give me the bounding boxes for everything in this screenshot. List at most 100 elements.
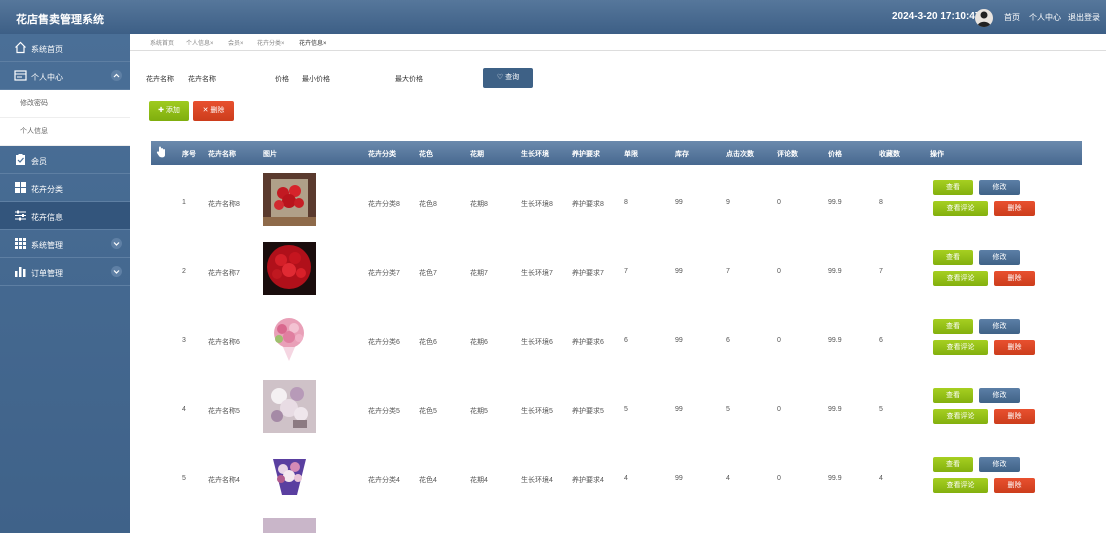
- cell-care: 养护要求4: [572, 477, 604, 484]
- tab-flower-info[interactable]: 花卉信息×: [299, 38, 327, 47]
- x-icon: ✕: [202, 107, 209, 114]
- edit-button[interactable]: 修改: [979, 388, 1020, 403]
- view-comments-button[interactable]: 查看评论: [933, 271, 988, 286]
- cell-period: 花期7: [470, 270, 488, 277]
- tab-members[interactable]: 会员×: [228, 38, 244, 47]
- cell-flower-name: 花卉名称5: [208, 408, 240, 415]
- cell-care: 养护要求8: [572, 201, 604, 208]
- cell-color: 花色8: [419, 201, 437, 208]
- add-button[interactable]: ✚ 添加: [149, 101, 189, 121]
- chevron-down-icon[interactable]: [111, 266, 122, 277]
- sidebar-subitem-change-password[interactable]: 修改密码: [0, 90, 130, 118]
- delete-button[interactable]: 删除: [994, 201, 1035, 216]
- table-row[interactable]: 3 花卉名称6 花卉分类6 花色6 花期6 生长环境6 养护要求6 6 99 6…: [151, 307, 1082, 376]
- flower-name-label: 花卉名称: [146, 76, 174, 83]
- nav-profile-link[interactable]: 个人中心: [1029, 12, 1061, 23]
- flower-thumbnail[interactable]: [263, 173, 316, 226]
- cell-category: 花卉分类4: [368, 477, 400, 484]
- tab-personal-info[interactable]: 个人信息×: [186, 38, 214, 47]
- view-comments-button[interactable]: 查看评论: [933, 340, 988, 355]
- logout-link[interactable]: 退出登录: [1068, 12, 1100, 23]
- edit-button[interactable]: 修改: [979, 319, 1020, 334]
- avatar[interactable]: [975, 9, 993, 27]
- sidebar-item-home[interactable]: 系统首页: [0, 34, 130, 62]
- current-datetime: 2024-3-20 17:10:47: [892, 11, 981, 22]
- sliders-icon: [14, 209, 27, 222]
- view-button[interactable]: 查看: [933, 388, 973, 403]
- cell-care: 养护要求7: [572, 270, 604, 277]
- table-row[interactable]: 4 花卉名称5 花卉分类5 花色5 花期5 生长环境5 养护要求5 5 99 5…: [151, 376, 1082, 445]
- flower-thumbnail[interactable]: [263, 311, 316, 364]
- table-row[interactable]: 5 花卉名称4 花卉分类4 花色4 花期4 生长环境4 养护要求4 4 99 4…: [151, 445, 1082, 514]
- tab-flower-category[interactable]: 花卉分类×: [257, 38, 285, 47]
- sidebar-item-order-management[interactable]: 订单管理: [0, 258, 130, 286]
- sidebar-subitem-personal-info[interactable]: 个人信息: [0, 118, 130, 146]
- flower-thumbnail[interactable]: [263, 449, 316, 502]
- cell-favorites: 4: [879, 475, 883, 482]
- delete-button[interactable]: 删除: [994, 409, 1035, 424]
- sidebar-item-flower-category[interactable]: 花卉分类: [0, 174, 130, 202]
- sidebar-item-label: 会员: [31, 157, 47, 166]
- nav-home-link[interactable]: 首页: [1004, 12, 1020, 23]
- view-button[interactable]: 查看: [933, 180, 973, 195]
- chevron-up-icon[interactable]: [111, 70, 122, 81]
- view-comments-button[interactable]: 查看评论: [933, 478, 988, 493]
- top-header: 花店售卖管理系统 2024-3-20 17:10:47 首页 个人中心 退出登录: [0, 0, 1106, 34]
- cell-care: 养护要求6: [572, 339, 604, 346]
- flower-thumbnail-partial[interactable]: [263, 518, 316, 533]
- close-icon[interactable]: ×: [240, 41, 244, 47]
- cell-period: 花期5: [470, 408, 488, 415]
- flower-thumbnail[interactable]: [263, 242, 316, 295]
- col-env: 生长环境: [521, 151, 549, 158]
- col-actions: 操作: [930, 151, 944, 158]
- col-category: 花卉分类: [368, 151, 396, 158]
- sidebar-item-members[interactable]: 会员: [0, 146, 130, 174]
- flower-name-input[interactable]: 花卉名称: [188, 74, 216, 84]
- table-row[interactable]: 2 花卉名称7 花卉分类7 花色7 花期7 生长环境7 养护要求7 7 99 7…: [151, 238, 1082, 307]
- cell-comments: 0: [777, 475, 781, 482]
- close-icon[interactable]: ×: [210, 41, 214, 47]
- cell-category: 花卉分类6: [368, 339, 400, 346]
- price-max-input[interactable]: 最大价格: [395, 74, 423, 84]
- edit-button[interactable]: 修改: [979, 250, 1020, 265]
- sidebar-item-system-management[interactable]: 系统管理: [0, 230, 130, 258]
- clipboard-icon: [14, 153, 27, 166]
- sidebar-item-personal-center[interactable]: 个人中心: [0, 62, 130, 90]
- col-period: 花期: [470, 151, 484, 158]
- user-card-icon: [14, 69, 27, 82]
- cell-category: 花卉分类8: [368, 201, 400, 208]
- price-min-input[interactable]: 最小价格: [302, 74, 330, 84]
- delete-button[interactable]: 删除: [994, 340, 1035, 355]
- sidebar-item-label: 系统首页: [31, 45, 63, 54]
- view-button[interactable]: 查看: [933, 457, 973, 472]
- cell-limit: 6: [624, 337, 628, 344]
- close-icon[interactable]: ×: [281, 41, 285, 47]
- select-all-checkbox[interactable]: [156, 146, 168, 161]
- sidebar-item-flower-info[interactable]: 花卉信息: [0, 202, 130, 230]
- col-index: 序号: [182, 151, 196, 158]
- chevron-down-icon[interactable]: [111, 238, 122, 249]
- edit-button[interactable]: 修改: [979, 457, 1020, 472]
- delete-button[interactable]: 删除: [994, 271, 1035, 286]
- cell-comments: 0: [777, 199, 781, 206]
- cell-stock: 99: [675, 475, 683, 482]
- cell-category: 花卉分类7: [368, 270, 400, 277]
- view-button[interactable]: 查看: [933, 250, 973, 265]
- tab-bar: 系统首页 个人信息× 会员× 花卉分类× 花卉信息×: [130, 34, 1106, 51]
- view-comments-button[interactable]: 查看评论: [933, 201, 988, 216]
- view-button[interactable]: 查看: [933, 319, 973, 334]
- close-icon[interactable]: ×: [323, 41, 327, 47]
- delete-button[interactable]: 删除: [994, 478, 1035, 493]
- table-row[interactable]: 1 花卉名称8 花卉分类8 花色8 花期8 生长环境8 养护要求8 8 99 9…: [151, 169, 1082, 238]
- batch-delete-button[interactable]: ✕ 删除: [193, 101, 234, 121]
- flower-thumbnail[interactable]: [263, 380, 316, 433]
- tab-home[interactable]: 系统首页: [150, 38, 174, 47]
- query-button[interactable]: ♡ 查询: [483, 68, 533, 88]
- cell-index: 2: [182, 268, 186, 275]
- sidebar-item-label: 花卉信息: [31, 213, 63, 222]
- edit-button[interactable]: 修改: [979, 180, 1020, 195]
- view-comments-button[interactable]: 查看评论: [933, 409, 988, 424]
- cell-comments: 0: [777, 406, 781, 413]
- cell-flower-name: 花卉名称8: [208, 201, 240, 208]
- cell-env: 生长环境4: [521, 477, 553, 484]
